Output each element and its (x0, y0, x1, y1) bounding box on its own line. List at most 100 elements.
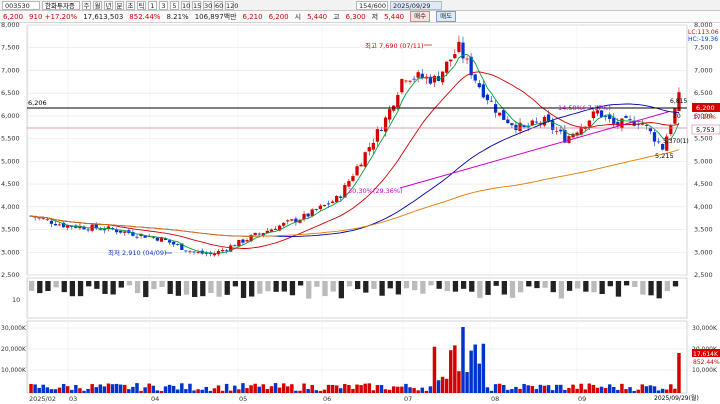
candle-body (420, 73, 424, 79)
volume-bar (387, 389, 392, 393)
volume-bar (70, 389, 74, 393)
volume-bar (314, 390, 319, 393)
volume-bar (624, 389, 628, 393)
candle-body (603, 116, 608, 118)
volume-bar (114, 383, 119, 393)
candle-body (465, 58, 469, 60)
candle-body (314, 209, 318, 210)
volume-bar (82, 390, 86, 393)
candle-body (310, 209, 314, 217)
candle-body (322, 204, 327, 207)
volume-bar (660, 388, 665, 393)
legend-hc: HC:-19.36 (688, 36, 718, 43)
indicator-bar (403, 281, 410, 289)
volume-bar (343, 383, 347, 393)
volume-bar (176, 389, 180, 393)
volume-bar (518, 388, 522, 393)
volume-bar (546, 385, 551, 393)
candle-body (669, 125, 673, 135)
volume-bar (493, 384, 498, 393)
candle-body (388, 109, 392, 120)
volume-bar (224, 383, 229, 393)
volume-bar (245, 388, 249, 393)
indicator-bar (175, 281, 181, 296)
volume-bar (469, 350, 473, 393)
indicator-bar (77, 281, 84, 297)
y-tick-right: 7,000 (694, 66, 713, 74)
candle-body (241, 239, 245, 243)
indicator-bar (314, 281, 320, 287)
volume-bar (302, 383, 306, 393)
volume-bar (554, 384, 559, 393)
right-val-2: 5,370(1) (663, 138, 689, 145)
candle-body (400, 79, 404, 93)
volume-bar (33, 384, 37, 393)
indicator-bar (558, 281, 565, 299)
volume-bar (208, 390, 213, 393)
indicator-bar (412, 281, 418, 291)
volume-bar (123, 384, 127, 393)
indicator-bar (273, 281, 279, 292)
volume-bar (200, 389, 204, 393)
candle-body (86, 229, 90, 231)
indicator-bar (485, 281, 491, 295)
candle-body (644, 125, 648, 126)
indicator-bar (306, 281, 312, 299)
volume-bar (127, 389, 131, 393)
volume-bar (257, 386, 261, 393)
x-axis: 2025/02 03 04 05 06 07 08 09 (29, 395, 586, 403)
volume-bar (45, 387, 50, 393)
y-tick-left: 2,500 (1, 271, 20, 279)
stock-chart[interactable]: 8,000 7,500 7,000 6,500 6,000 5,500 5,000 4,500… (0, 0, 720, 404)
volume-bar (233, 385, 237, 393)
legend-lc: LC:113.06 (688, 29, 719, 36)
indicator-bar (240, 281, 247, 298)
volume-bar (616, 389, 620, 393)
volume-bar (526, 385, 530, 393)
volume-bar (522, 383, 526, 393)
volume-bar (180, 383, 184, 393)
indicator-bar (69, 281, 76, 297)
volume-bar (192, 390, 196, 393)
candle-body (502, 109, 506, 120)
volume-bar (326, 384, 331, 393)
indicator-bar (444, 281, 450, 292)
indicator-bar (493, 281, 499, 286)
volume-bar (110, 384, 115, 393)
candle-body (326, 203, 331, 205)
indicator-bar (542, 281, 548, 288)
candle-body (155, 237, 159, 241)
volume-bar (579, 383, 583, 393)
indicator-bar (656, 281, 662, 299)
candle-body (510, 123, 514, 126)
volume-bar (404, 383, 408, 393)
candle-body (457, 41, 461, 53)
volume-bar (131, 386, 135, 393)
indicator-bar (534, 281, 540, 289)
indicator-bar (338, 281, 344, 299)
candle-body (408, 80, 412, 82)
candle-body (119, 230, 123, 233)
volume-bar (416, 390, 420, 393)
vol-ratio-text: 852.44% (693, 359, 720, 366)
indicator-bar (615, 281, 622, 297)
right-val-1: 6,815 (670, 98, 687, 105)
volume-bar (563, 389, 567, 393)
volume-bar (502, 384, 506, 393)
candle-body (473, 74, 477, 81)
x-tick: 06 (323, 395, 331, 403)
volume-bar (98, 384, 103, 393)
candle-body (371, 142, 375, 150)
y-tick-right: 4,500 (694, 180, 713, 188)
volume-bar (575, 388, 579, 393)
volume-bar (510, 389, 514, 393)
indicator-bar (297, 281, 304, 286)
volume-bar (375, 385, 380, 393)
volume-bar (669, 384, 673, 393)
candle-body (318, 205, 322, 210)
volume-bar (571, 384, 575, 393)
volume-bar (583, 389, 587, 393)
volume-bar (628, 387, 632, 393)
candle-body (220, 249, 225, 252)
candle-body (351, 176, 355, 181)
